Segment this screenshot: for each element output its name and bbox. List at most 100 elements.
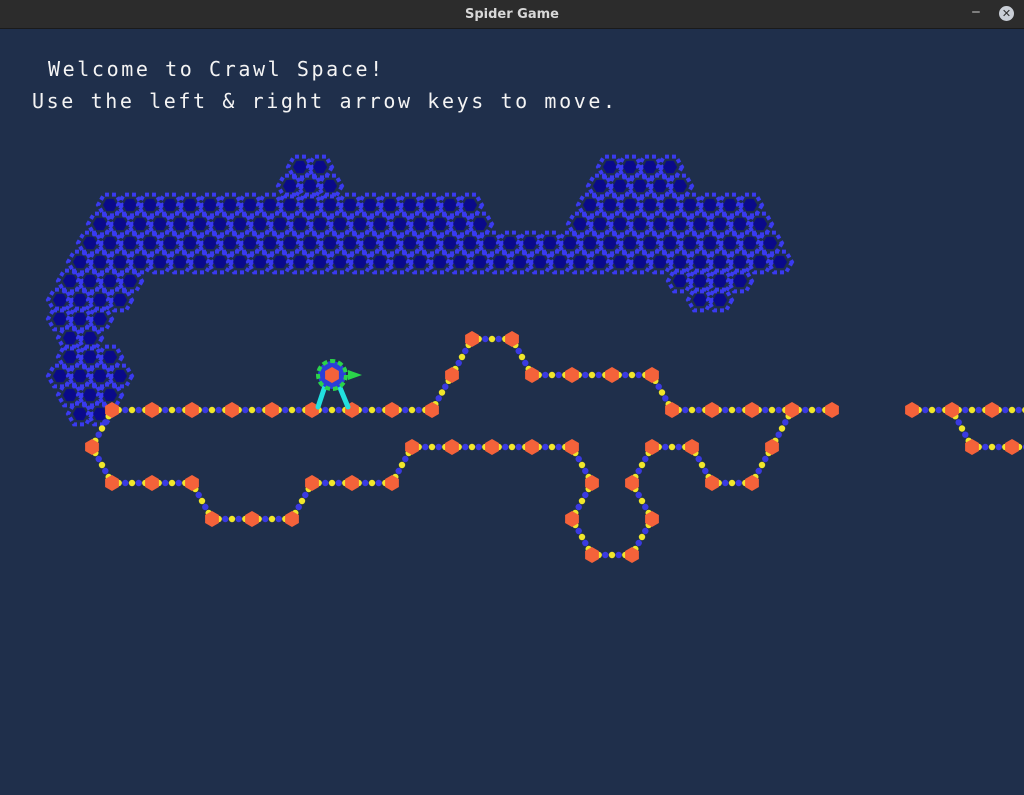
web-thread-segment bbox=[268, 515, 276, 523]
web-thread-segment bbox=[335, 479, 342, 487]
web-thread-segment bbox=[635, 539, 642, 547]
web-node bbox=[145, 475, 159, 491]
web-thread-segment bbox=[695, 455, 702, 463]
web-thread-segment bbox=[95, 455, 102, 463]
wall-cell-core bbox=[723, 198, 737, 212]
wall-cell-core bbox=[183, 236, 197, 250]
web-thread-segment bbox=[602, 551, 609, 559]
web-thread-segment bbox=[968, 406, 976, 414]
web-node bbox=[185, 402, 199, 418]
web-thread-segment bbox=[102, 467, 109, 475]
wall-cell-core bbox=[763, 236, 777, 250]
wall-cell-core bbox=[463, 236, 477, 250]
web-thread-segment bbox=[295, 503, 302, 511]
wall-cell-core bbox=[293, 160, 307, 174]
web-thread-segment bbox=[98, 461, 106, 469]
wall-cell-core bbox=[343, 236, 357, 250]
web-thread-segment bbox=[295, 406, 302, 414]
web-thread-segment bbox=[202, 406, 209, 414]
wall-cell-core bbox=[493, 255, 507, 269]
web-thread-segment bbox=[728, 406, 736, 414]
wall-cell-core bbox=[93, 369, 107, 383]
web-thread-segment bbox=[518, 353, 526, 361]
web-node bbox=[225, 402, 239, 418]
wall-cell-core bbox=[753, 217, 767, 231]
wall-cell-core bbox=[183, 198, 197, 212]
wall-cell-core bbox=[693, 293, 707, 307]
wall-cell-core bbox=[53, 293, 67, 307]
wall-cell-core bbox=[773, 255, 787, 269]
wall-cell-core bbox=[393, 217, 407, 231]
wall-cell-core bbox=[633, 255, 647, 269]
web-thread-segment bbox=[588, 371, 596, 379]
wall-cell-core bbox=[593, 179, 607, 193]
web-thread-segment bbox=[578, 497, 586, 505]
wall-cell-core bbox=[613, 255, 627, 269]
wall-cell-core bbox=[163, 198, 177, 212]
wall-cell-core bbox=[733, 274, 747, 288]
wall-cell-core bbox=[83, 388, 97, 402]
web-thread-segment bbox=[962, 406, 969, 414]
web-thread-segment bbox=[438, 389, 446, 396]
web-thread-segment bbox=[775, 406, 782, 414]
web-thread-segment bbox=[398, 461, 406, 469]
web-thread-segment bbox=[935, 406, 942, 414]
web-thread-segment bbox=[335, 406, 342, 414]
web-thread-segment bbox=[122, 479, 129, 487]
web-thread-segment bbox=[462, 347, 469, 355]
wall-cell-core bbox=[313, 160, 327, 174]
web-thread-segment bbox=[735, 479, 742, 487]
wall-cell-core bbox=[93, 255, 107, 269]
minimize-icon[interactable]: ‒ bbox=[968, 3, 984, 23]
close-icon[interactable]: ✕ bbox=[999, 6, 1014, 21]
wall-cell-core bbox=[443, 198, 457, 212]
web-thread-segment bbox=[362, 479, 369, 487]
web-thread-segment bbox=[702, 467, 709, 475]
wall-cell-core bbox=[333, 217, 347, 231]
wall-cell-core bbox=[263, 198, 277, 212]
web-thread-segment bbox=[575, 455, 582, 463]
web-thread-segment bbox=[435, 395, 442, 402]
spider-player bbox=[315, 359, 362, 410]
wall-cell-core bbox=[623, 198, 637, 212]
web-thread-segment bbox=[475, 443, 482, 451]
wall-cell-core bbox=[593, 255, 607, 269]
wall-cell-core bbox=[653, 179, 667, 193]
wall-cell-core bbox=[453, 255, 467, 269]
wall-cell-core bbox=[73, 369, 87, 383]
wall-cell-core bbox=[563, 236, 577, 250]
web-node bbox=[245, 511, 259, 527]
web-thread-segment bbox=[762, 406, 769, 414]
wall-cell-core bbox=[393, 255, 407, 269]
wall-cell-core bbox=[93, 293, 107, 307]
wall-cell-core bbox=[663, 236, 677, 250]
window-titlebar: Spider Game ‒ ✕ bbox=[0, 0, 1024, 29]
wall-cell-core bbox=[573, 255, 587, 269]
web-thread-segment bbox=[422, 443, 429, 451]
wall-cell-core bbox=[623, 160, 637, 174]
web-thread-segment bbox=[695, 406, 702, 414]
wall-cell-core bbox=[573, 217, 587, 231]
web-node bbox=[485, 439, 499, 455]
web-node bbox=[385, 402, 399, 418]
wall-cell-core bbox=[583, 198, 597, 212]
web-thread-segment bbox=[768, 406, 776, 414]
wall-cell-core bbox=[243, 198, 257, 212]
wall-cell-core bbox=[693, 217, 707, 231]
web-thread-segment bbox=[1015, 406, 1022, 414]
web-thread-segment bbox=[128, 479, 136, 487]
wall-cell-core bbox=[103, 198, 117, 212]
wall-cell-core bbox=[633, 179, 647, 193]
wall-cell-core bbox=[543, 236, 557, 250]
wall-cell-core bbox=[273, 255, 287, 269]
web-thread-segment bbox=[548, 371, 556, 379]
web-thread-segment bbox=[135, 479, 142, 487]
game-canvas[interactable]: Welcome to Crawl Space! Use the left & r… bbox=[0, 29, 1024, 795]
wall-cell-core bbox=[603, 198, 617, 212]
web-thread-segment bbox=[642, 527, 649, 535]
web-node bbox=[145, 402, 159, 418]
wall-cell-core bbox=[113, 217, 127, 231]
web-thread-segment bbox=[582, 491, 589, 499]
web-thread-segment bbox=[1008, 406, 1016, 414]
wall-cell-core bbox=[403, 198, 417, 212]
